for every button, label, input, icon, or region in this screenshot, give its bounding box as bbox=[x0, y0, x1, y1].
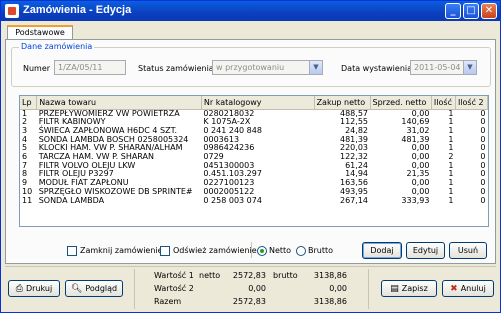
number-field[interactable]: 1/ZA/05/11 bbox=[54, 60, 126, 75]
summary-label-total: Razem bbox=[154, 297, 182, 306]
divider bbox=[251, 242, 252, 258]
cancel-label: Anuluj bbox=[460, 284, 486, 293]
magnifier-icon: 🔍︎ bbox=[70, 284, 83, 294]
summary-brutto-total: 3138,86 bbox=[313, 297, 347, 306]
status-label: Status zamówienia bbox=[138, 64, 214, 73]
printer-icon: ⎙ bbox=[15, 284, 23, 294]
print-label: Drukuj bbox=[26, 284, 53, 293]
order-items-table[interactable]: Lp Nazwa towaru Nr katalogowy Zakup nett… bbox=[19, 95, 489, 227]
date-label: Data wystawienia bbox=[341, 64, 413, 73]
chevron-down-icon[interactable]: ▼ bbox=[309, 61, 322, 74]
tab-podstawowe[interactable]: Podstawowe bbox=[7, 25, 73, 40]
refresh-order-label: Odśwież zamówienie bbox=[173, 246, 257, 255]
save-label: Zapisz bbox=[401, 284, 428, 293]
date-value: 2011-05-04 bbox=[414, 63, 461, 72]
summary-brutto-1: 3138,86 bbox=[313, 271, 347, 280]
date-picker[interactable]: 2011-05-04 ▼ bbox=[410, 60, 477, 75]
maximize-button[interactable]: □ bbox=[463, 3, 479, 19]
preview-label: Podgląd bbox=[85, 284, 118, 293]
close-order-label: Zamknij zamówienie bbox=[80, 246, 163, 255]
minimize-button[interactable]: _ bbox=[445, 3, 461, 19]
edit-item-button[interactable]: Edytuj bbox=[406, 242, 445, 259]
summary-netto-2: 0,00 bbox=[248, 284, 266, 293]
column-header-lp[interactable]: Lp bbox=[20, 96, 38, 110]
column-header-qty2[interactable]: Ilość 2 bbox=[455, 96, 488, 110]
column-header-name[interactable]: Nazwa towaru bbox=[36, 96, 202, 110]
summary-netto-1: 2572,83 bbox=[232, 271, 266, 280]
delete-item-button[interactable]: Usuń bbox=[449, 242, 487, 259]
summary-label-2: Wartość 2 bbox=[154, 284, 194, 293]
close-order-checkbox[interactable] bbox=[67, 246, 77, 256]
table-cell: 0 258 003 074 bbox=[203, 195, 262, 205]
table-cell: 0 bbox=[480, 195, 486, 205]
edit-window: Zamówienia - Edycja _ □ ✕ Podstawowe Dan… bbox=[0, 0, 501, 313]
table-header-row: Lp Nazwa towaru Nr katalogowy Zakup nett… bbox=[20, 96, 488, 110]
status-value: w przygotowaniu bbox=[216, 63, 285, 72]
footer-separator bbox=[5, 266, 496, 267]
netto-label: Netto bbox=[269, 246, 292, 255]
table-cell: 1 bbox=[448, 195, 454, 205]
refresh-order-checkbox[interactable] bbox=[160, 246, 170, 256]
column-header-catalog[interactable]: Nr katalogowy bbox=[201, 96, 315, 110]
status-select[interactable]: w przygotowaniu ▼ bbox=[212, 60, 323, 75]
chevron-down-icon[interactable]: ▼ bbox=[463, 61, 476, 74]
print-button[interactable]: ⎙ Drukuj bbox=[8, 280, 60, 297]
column-header-qty[interactable]: Ilość bbox=[431, 96, 456, 110]
summary-netto-total: 2572,83 bbox=[232, 297, 266, 306]
netto-radio[interactable] bbox=[257, 246, 267, 256]
summary-brutto-2: 0,00 bbox=[329, 284, 347, 293]
column-header-sale-net[interactable]: Sprzed. netto bbox=[370, 96, 432, 110]
save-icon: ▤ bbox=[390, 284, 399, 294]
order-data-group-title: Dane zamówienia bbox=[19, 42, 95, 51]
table-cell: 333,93 bbox=[401, 195, 430, 205]
window-title: Zamówienia - Edycja bbox=[23, 4, 132, 16]
column-header-purchase-net[interactable]: Zakup netto bbox=[314, 96, 371, 110]
summary-brutto-header: brutto bbox=[273, 271, 298, 280]
preview-button[interactable]: 🔍︎ Podgląd bbox=[65, 280, 123, 297]
divider bbox=[368, 269, 369, 309]
title-bar: Zamówienia - Edycja _ □ ✕ bbox=[1, 1, 500, 21]
table-cell: 11 bbox=[22, 195, 33, 205]
number-label: Numer bbox=[23, 64, 51, 73]
table-cell: 267,14 bbox=[340, 195, 368, 205]
summary-label-1: Wartość 1 bbox=[154, 271, 194, 280]
brutto-label: Brutto bbox=[308, 246, 334, 255]
cancel-button[interactable]: ✖ Anuluj bbox=[442, 280, 494, 297]
close-button[interactable]: ✕ bbox=[481, 3, 497, 19]
cancel-icon: ✖ bbox=[450, 284, 458, 294]
add-item-button[interactable]: Dodaj bbox=[362, 242, 402, 259]
summary-netto-header: netto bbox=[199, 271, 221, 280]
app-icon bbox=[5, 4, 19, 18]
table-row[interactable]: 11 SONDA LAMBDA 0 258 003 074 267,14 333,93 1… bbox=[20, 195, 488, 206]
divider bbox=[134, 269, 135, 309]
brutto-radio[interactable] bbox=[296, 246, 306, 256]
save-button[interactable]: ▤ Zapisz bbox=[381, 280, 437, 297]
table-cell: SONDA LAMBDA bbox=[38, 195, 105, 205]
